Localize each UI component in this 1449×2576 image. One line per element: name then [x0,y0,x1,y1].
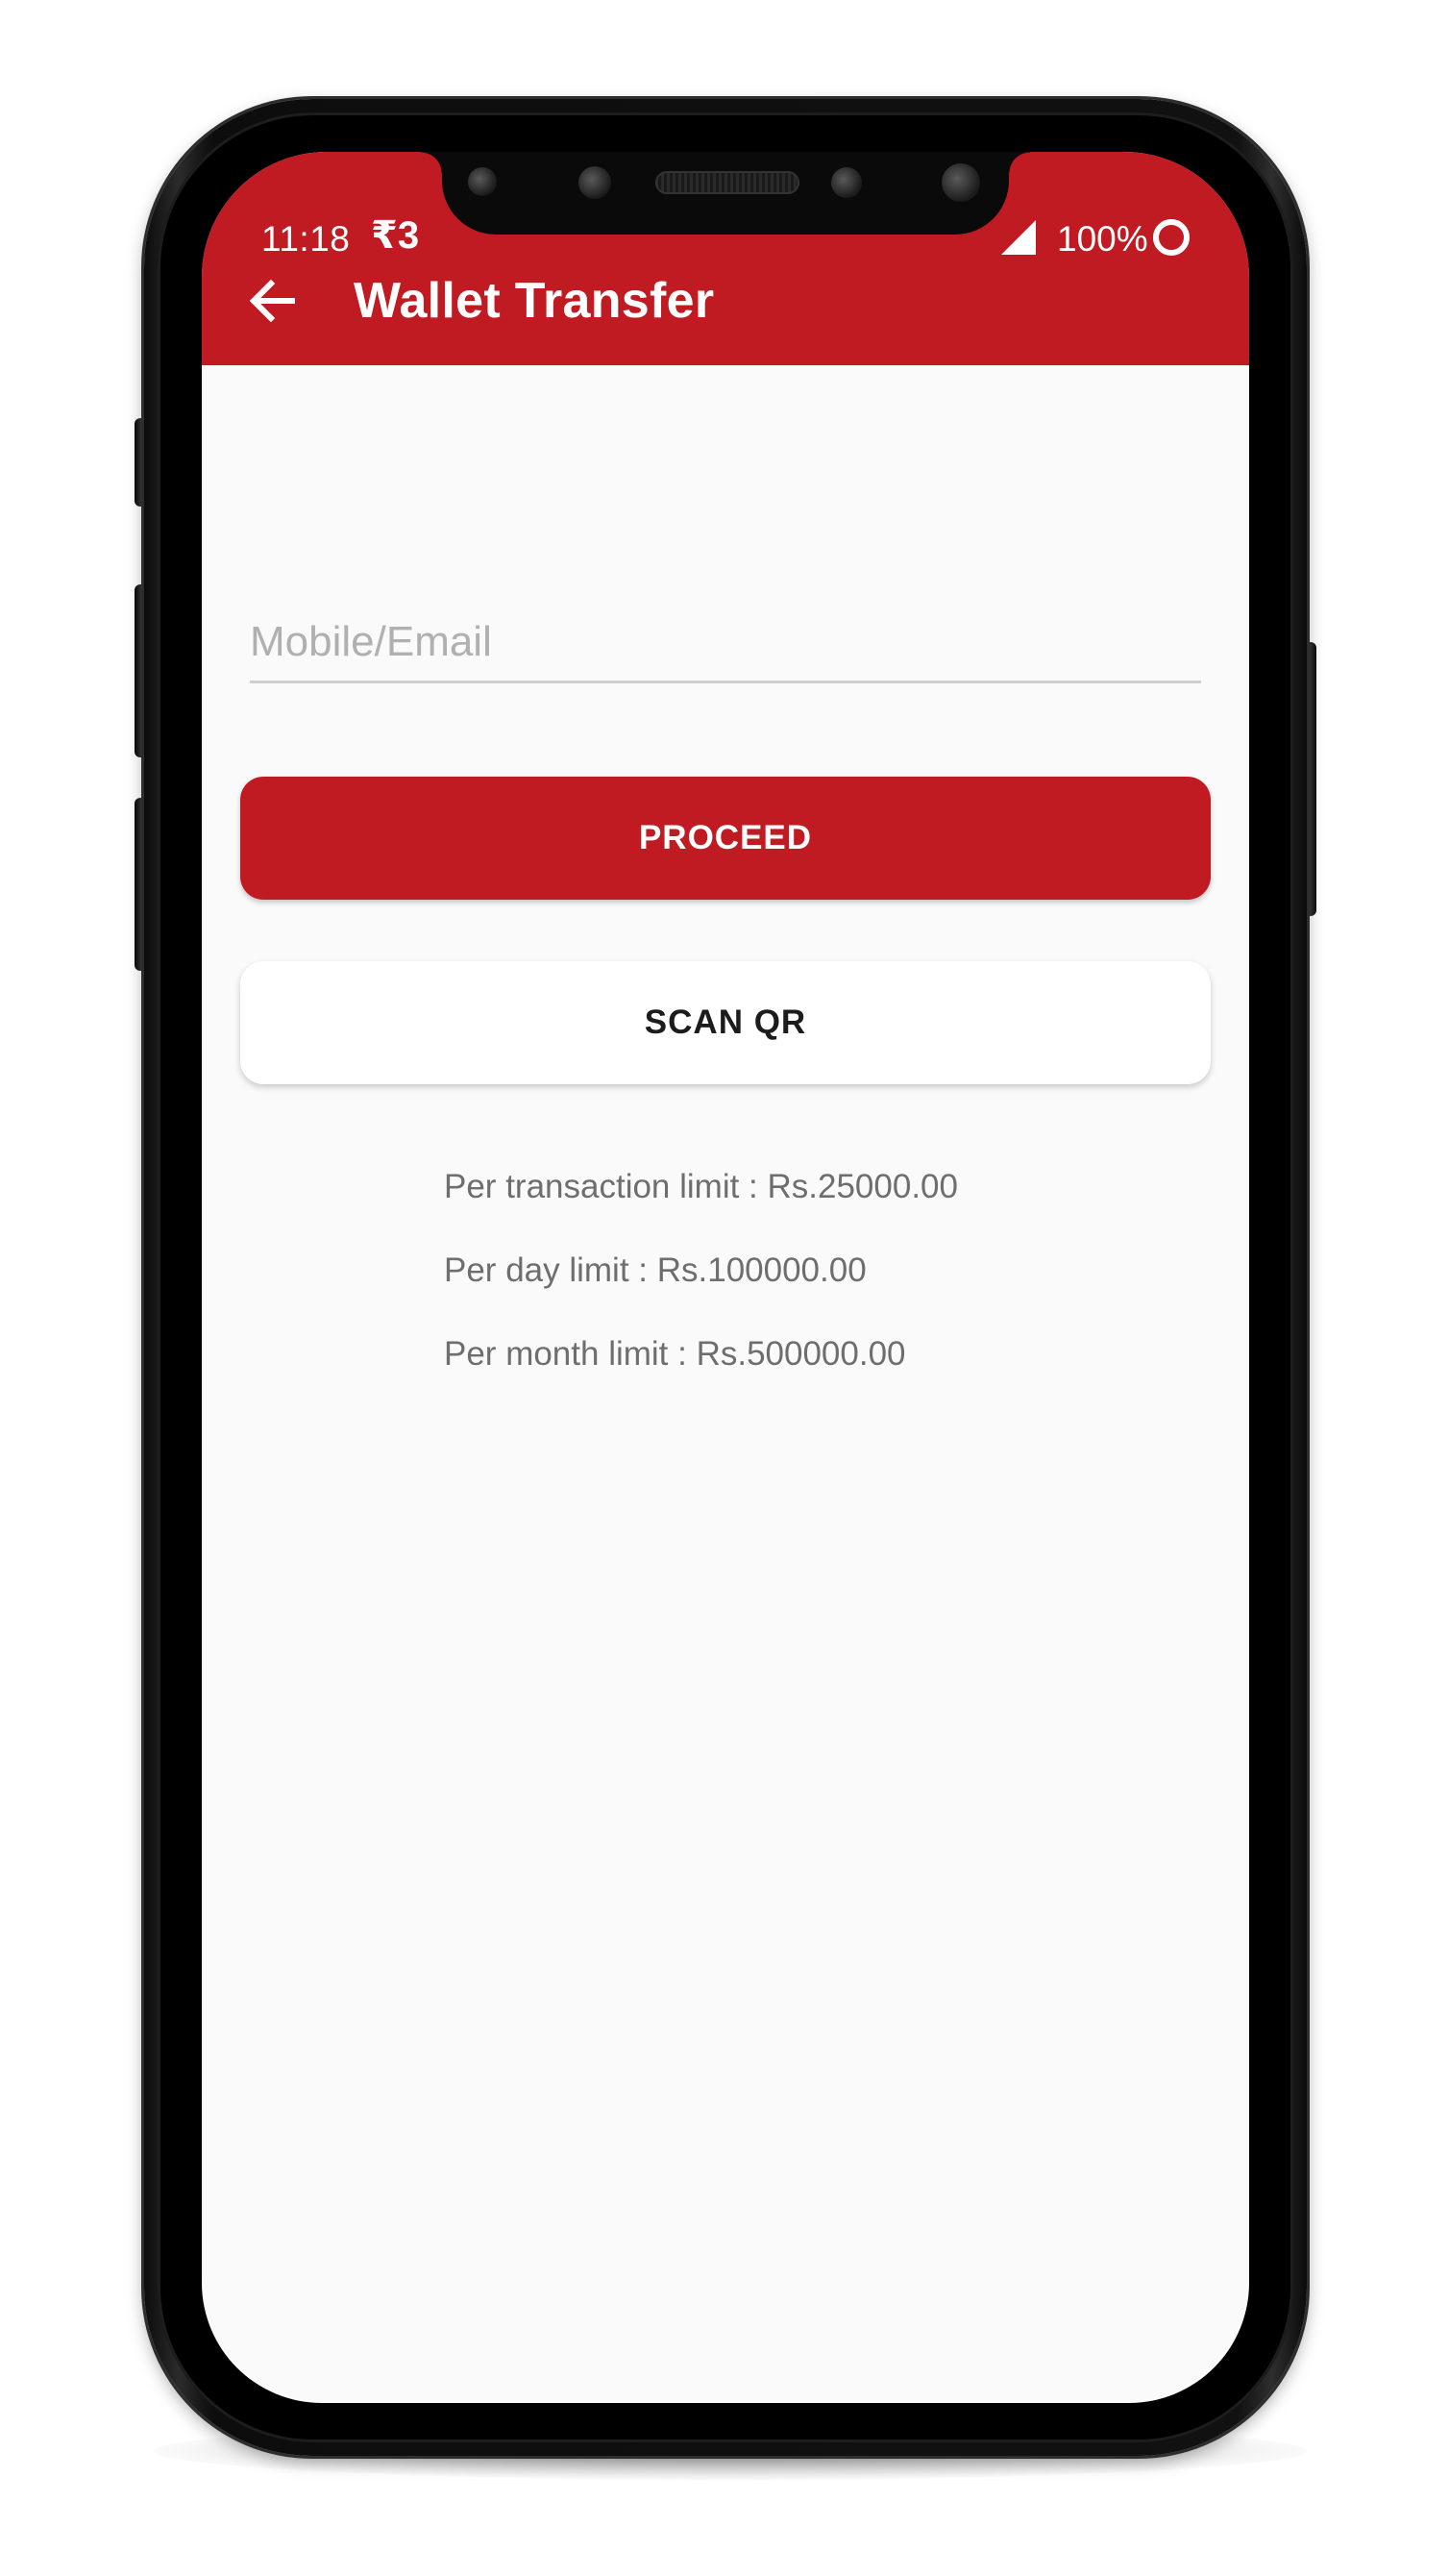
per-day-limit: Per day limit : Rs.100000.00 [444,1251,867,1289]
light-sensor-icon [942,163,980,202]
scan-qr-button-label: SCAN QR [644,1003,807,1041]
battery-percentage: 100% [1057,219,1148,259]
camera-notch [421,152,1030,235]
signal-icon [1001,220,1036,255]
front-camera-icon [831,167,862,198]
front-sensor-icon [578,166,611,199]
earpiece-speaker [655,171,799,194]
scan-qr-button[interactable]: SCAN QR [240,961,1211,1084]
proceed-button[interactable]: PROCEED [240,777,1211,900]
rupee-notification-icon: ₹3 [371,214,420,257]
per-transaction-limit: Per transaction limit : Rs.25000.00 [444,1168,958,1205]
transfer-limits: Per transaction limit : Rs.25000.00 Per … [444,1163,958,1414]
proceed-button-label: PROCEED [638,819,813,856]
app-bar: 11:18 ₹3 100% Wallet Transfer [202,152,1249,365]
phone-frame: 11:18 ₹3 100% Wallet Transfer Mobile/Ema… [144,99,1307,2456]
status-time: 11:18 [261,219,351,259]
screen: 11:18 ₹3 100% Wallet Transfer Mobile/Ema… [202,152,1249,2403]
device-mockup: 11:18 ₹3 100% Wallet Transfer Mobile/Ema… [0,0,1449,2576]
arrow-left-icon[interactable] [238,267,306,334]
per-month-limit: Per month limit : Rs.500000.00 [444,1335,906,1373]
proximity-sensor-icon [468,167,497,196]
battery-icon [1153,219,1190,256]
page-title: Wallet Transfer [354,273,715,329]
mobile-email-input[interactable] [250,604,1201,683]
